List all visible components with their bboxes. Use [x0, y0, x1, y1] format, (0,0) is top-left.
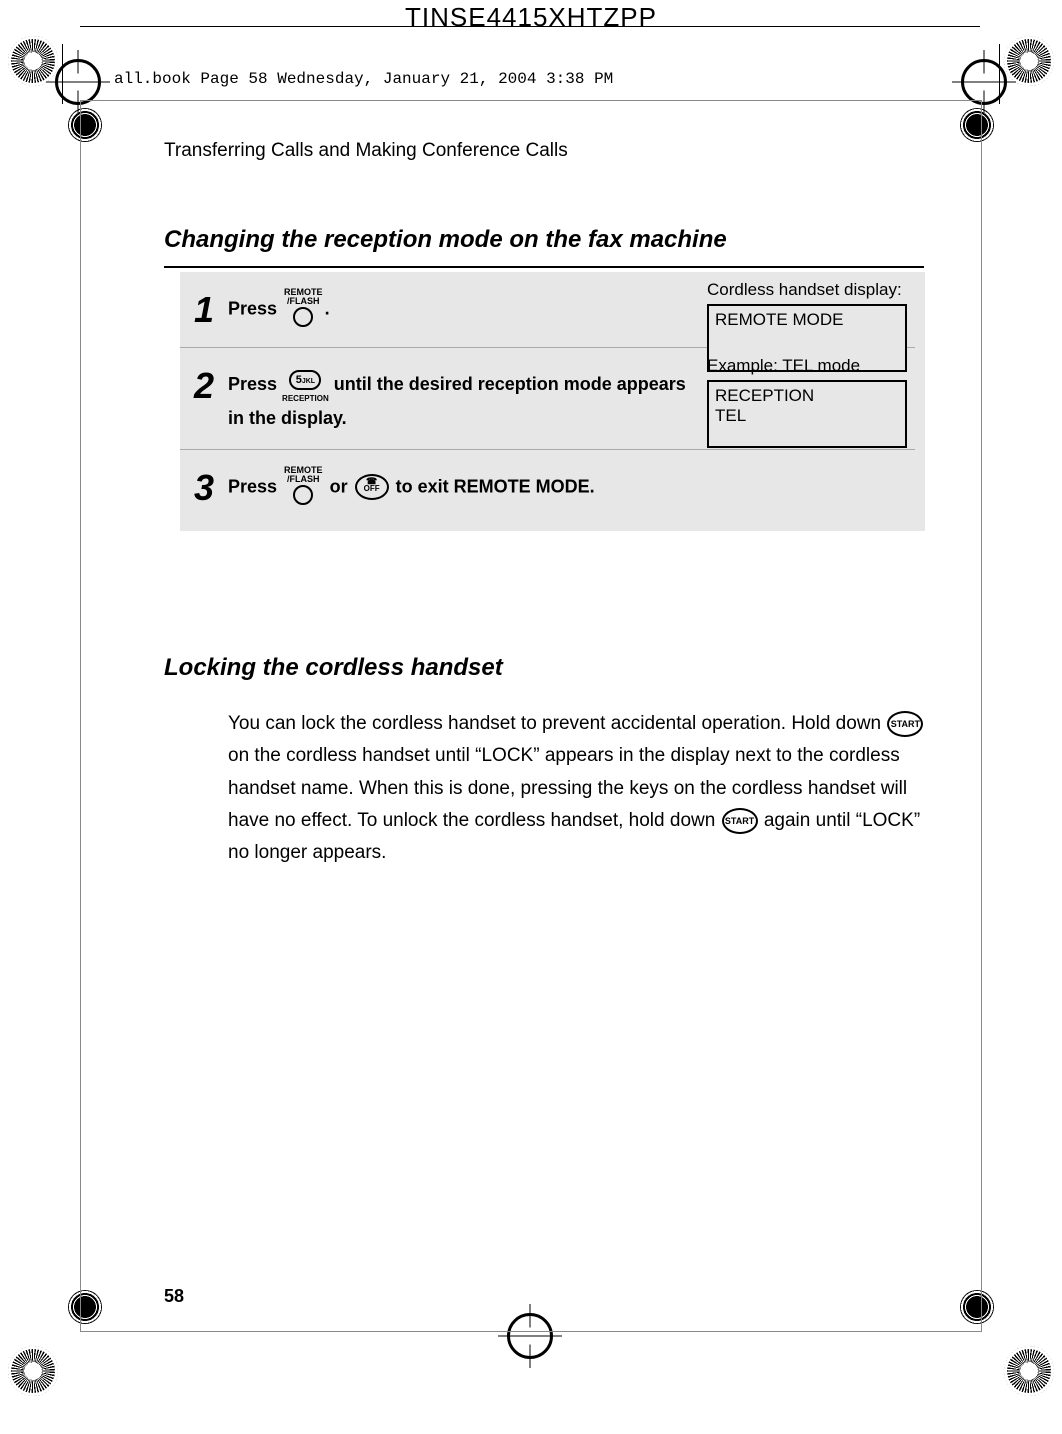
display-line: RECEPTION: [715, 386, 814, 405]
step-row: 2 Press 5JKL RECEPTION until the desired…: [180, 348, 925, 449]
step-text: Press REMOTE /FLASH or ☎ OFF to exit REM…: [228, 468, 915, 507]
lcd-display: RECEPTION TEL: [707, 380, 907, 448]
keypad-5-key-icon: 5JKL RECEPTION: [282, 366, 329, 405]
remote-flash-key-icon: REMOTE /FLASH: [284, 288, 323, 327]
section-heading: Changing the reception mode on the fax m…: [164, 226, 727, 254]
body-paragraph: You can lock the cordless handset to pre…: [228, 708, 928, 869]
text-fragment: Press: [228, 476, 282, 496]
text-fragment: Press: [228, 374, 282, 394]
step-row: 3 Press REMOTE /FLASH or ☎ OFF to exit R…: [180, 450, 925, 531]
registration-mark-icon: [8, 1346, 58, 1396]
step-number: 3: [194, 470, 228, 506]
steps-panel: 1 Press REMOTE /FLASH . Cordless handset…: [180, 272, 925, 531]
document-code: TINSE4415XHTZPP: [0, 0, 1062, 33]
aside-label: Cordless handset display:: [707, 280, 907, 300]
text-fragment: Press: [228, 298, 282, 318]
page-number: 58: [164, 1286, 184, 1426]
step-aside: Example: TEL mode RECEPTION TEL: [707, 356, 907, 448]
key-superscript: JKL: [302, 378, 315, 385]
off-key-icon: ☎ OFF: [355, 474, 389, 500]
running-header: Transferring Calls and Making Conference…: [164, 140, 568, 162]
text-fragment: You can lock the cordless handset to pre…: [228, 713, 886, 734]
key-sublabel: RECEPTION: [282, 393, 329, 405]
step-number: 1: [194, 292, 228, 328]
section-heading: Locking the cordless handset: [164, 654, 503, 682]
text-fragment: .: [325, 298, 330, 318]
text-fragment: to exit REMOTE MODE.: [396, 476, 595, 496]
registration-mark-icon: [1004, 1346, 1054, 1396]
display-line: TEL: [715, 406, 746, 425]
book-metadata: all.book Page 58 Wednesday, January 21, …: [114, 70, 613, 88]
key-label-mid: /FLASH: [287, 296, 320, 306]
start-key-icon: START: [722, 808, 758, 834]
aside-label: Example: TEL mode: [707, 356, 907, 376]
key-label: OFF: [357, 485, 387, 493]
text-fragment: or: [330, 476, 353, 496]
horizontal-rule: [164, 266, 924, 268]
key-label-mid: /FLASH: [287, 474, 320, 484]
step-number: 2: [194, 368, 228, 404]
start-key-icon: START: [887, 711, 923, 737]
remote-flash-key-icon: REMOTE /FLASH: [284, 466, 323, 505]
step-row: 1 Press REMOTE /FLASH . Cordless handset…: [180, 272, 925, 347]
